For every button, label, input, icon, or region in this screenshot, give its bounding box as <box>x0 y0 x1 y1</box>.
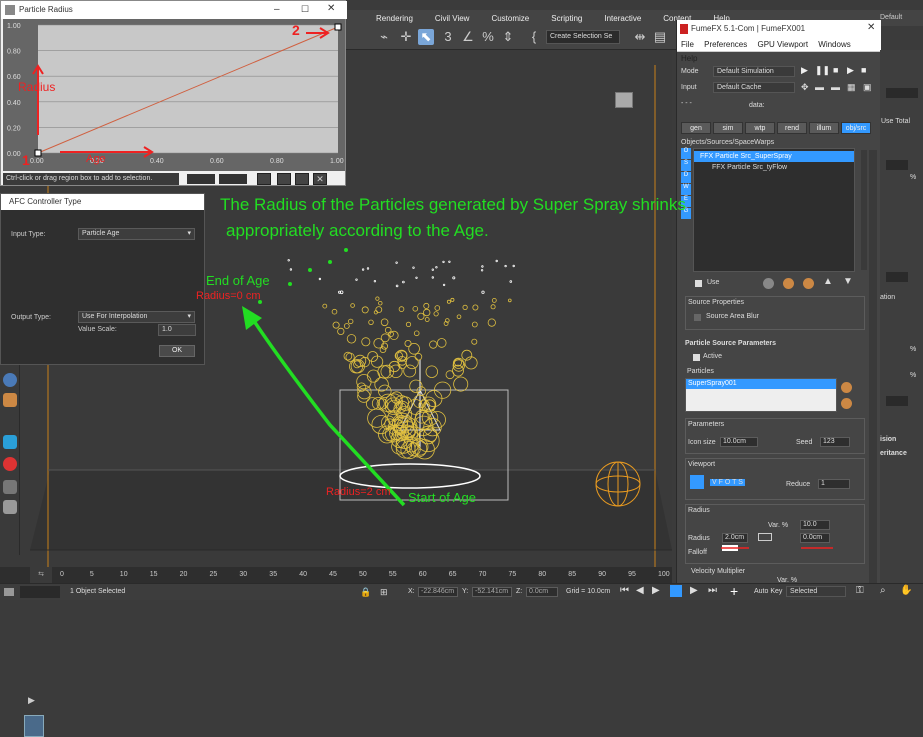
annotation-marker-1: 1 <box>22 152 30 168</box>
annotation-radius-zero: Radius=0 cm <box>196 290 261 302</box>
viewport-layout-icon[interactable] <box>24 715 44 737</box>
annotation-headline-1: The Radius of the Particles generated by… <box>220 195 686 214</box>
annotation-radius-axis: Radius <box>18 80 56 94</box>
annotation-headline-2: appropriately according to the Age. <box>226 221 489 240</box>
annotation-marker-2: 2 <box>292 22 300 38</box>
play-arrow-icon[interactable]: ▶ <box>28 695 40 707</box>
annotation-end-of-age: End of Age <box>206 273 270 288</box>
annotation-radius-two: Radius=2 cm <box>326 486 391 498</box>
annotation-overlay <box>32 27 406 507</box>
annotation-start-of-age: Start of Age <box>408 490 476 505</box>
annotation-age-axis: Age <box>86 153 106 165</box>
